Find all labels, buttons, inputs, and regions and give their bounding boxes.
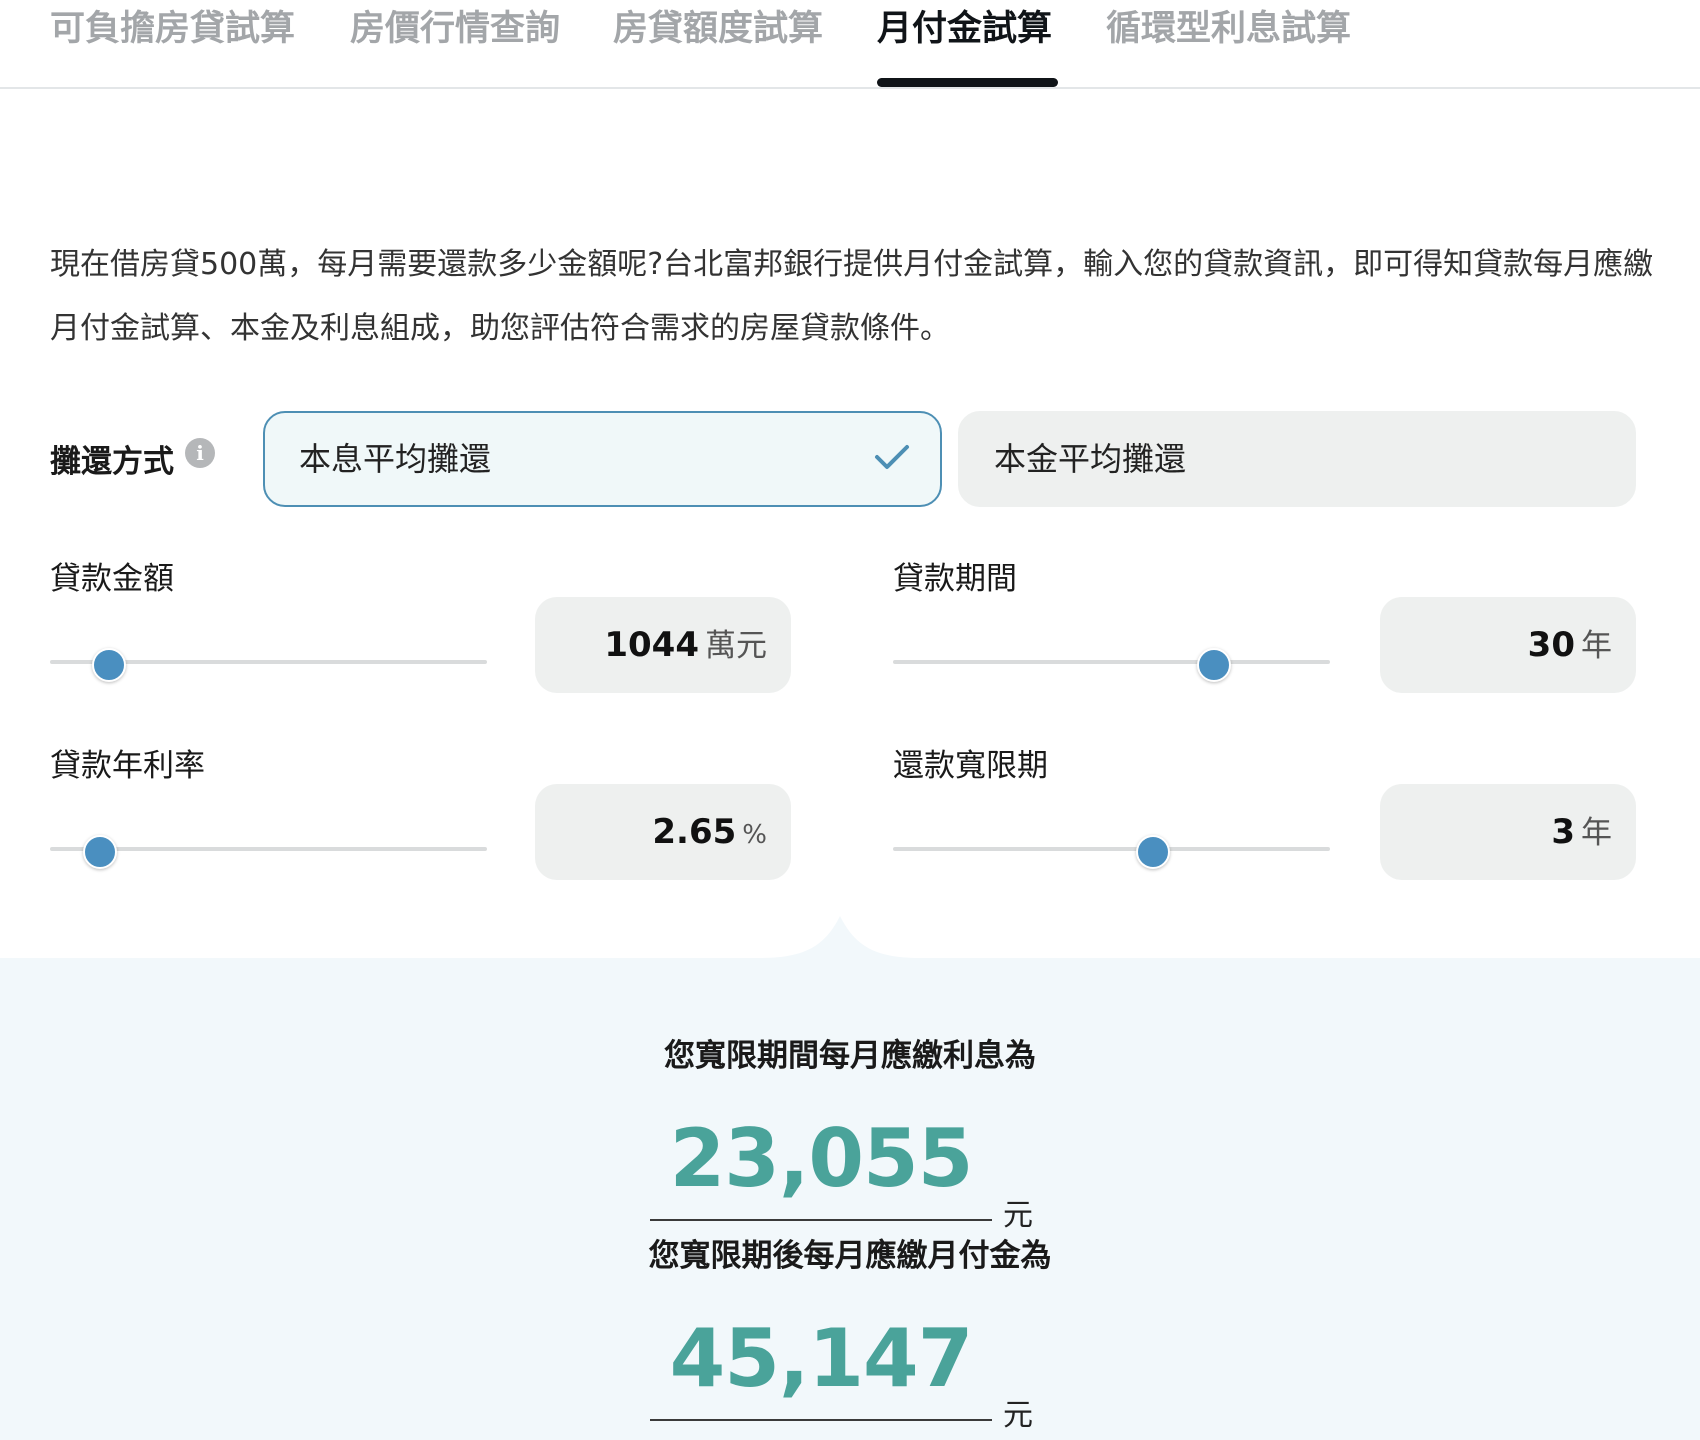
loan-period-slider-thumb[interactable] — [1197, 648, 1231, 682]
grace-period-unit: 年 — [1581, 815, 1612, 851]
grace-interest-underline — [650, 1219, 992, 1221]
grace-interest-title: 您寬限期間每月應繳利息為 — [664, 1038, 1036, 1074]
tab-monthly-payment[interactable]: 月付金試算 — [877, 2, 1052, 62]
loan-period-value: 30 — [1527, 625, 1575, 665]
option-label: 本息平均攤還 — [299, 440, 492, 478]
tab-affordable-loan[interactable]: 可負擔房貸試算 — [50, 2, 295, 62]
interest-rate-label: 貸款年利率 — [50, 748, 205, 784]
grace-period-slider-track[interactable] — [893, 847, 1330, 851]
interest-rate-slider-thumb[interactable] — [83, 835, 118, 869]
monthly-payment-title: 您寬限期後每月應繳月付金為 — [648, 1238, 1052, 1274]
option-equal-installment[interactable]: 本息平均攤還 — [263, 411, 942, 507]
monthly-payment-value: 45,147 — [669, 1312, 974, 1405]
grace-period-slider-thumb[interactable] — [1135, 835, 1170, 869]
active-tab-indicator — [877, 78, 1058, 87]
loan-amount-value: 1044 — [604, 625, 699, 665]
interest-rate-value: 2.65 — [652, 812, 737, 852]
grace-period-input[interactable]: 3年 — [1380, 784, 1636, 880]
loan-period-input[interactable]: 30 年 — [1380, 597, 1636, 693]
grace-period-label: 還款寬限期 — [893, 748, 1048, 784]
loan-amount-slider-thumb[interactable] — [91, 648, 126, 682]
option-equal-principal[interactable]: 本金平均攤還 — [958, 411, 1636, 507]
loan-period-slider-track[interactable] — [893, 660, 1330, 664]
tab-loan-limit[interactable]: 房貸額度試算 — [613, 2, 823, 62]
repayment-method-label: 攤還方式 — [50, 444, 174, 480]
loan-amount-unit: 萬元 — [705, 628, 767, 664]
monthly-payment-underline — [650, 1419, 992, 1421]
grace-interest-value: 23,055 — [669, 1112, 974, 1205]
result-panel-notch — [760, 916, 920, 966]
tab-house-price-query[interactable]: 房價行情查詢 — [350, 2, 560, 62]
info-icon[interactable]: i — [185, 438, 215, 468]
loan-period-label: 貸款期間 — [893, 561, 1017, 597]
check-icon — [875, 445, 909, 469]
interest-rate-input[interactable]: 2.65% — [535, 784, 791, 880]
loan-amount-label: 貸款金額 — [50, 561, 174, 597]
tab-revolving-interest[interactable]: 循環型利息試算 — [1106, 2, 1351, 62]
grace-period-value: 3 — [1551, 812, 1575, 852]
calculator-tabs: 可負擔房貸試算 房價行情查詢 房貸額度試算 月付金試算 循環型利息試算 — [0, 0, 1700, 89]
option-label: 本金平均攤還 — [994, 440, 1187, 478]
interest-rate-unit: % — [742, 820, 767, 850]
monthly-payment-unit: 元 — [1003, 1398, 1033, 1433]
loan-period-unit: 年 — [1581, 628, 1612, 664]
loan-amount-input[interactable]: 1044 萬元 — [535, 597, 791, 693]
grace-interest-unit: 元 — [1003, 1198, 1033, 1233]
intro-text: 現在借房貸500萬，每月需要還款多少金額呢?台北富邦銀行提供月付金試算，輸入您的… — [50, 247, 1654, 346]
